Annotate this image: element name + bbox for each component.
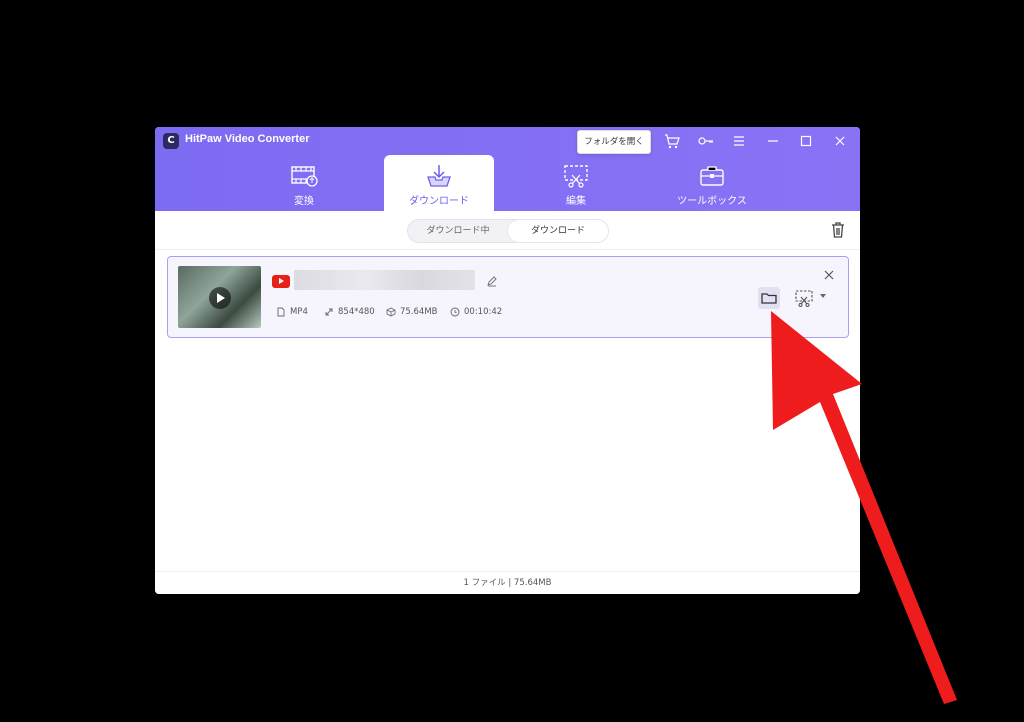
- meta-format-value: MP4: [290, 307, 308, 317]
- play-icon[interactable]: [209, 287, 231, 309]
- box-icon: [386, 307, 396, 316]
- tab-edit[interactable]: 編集: [521, 155, 631, 211]
- edit-cut-button[interactable]: [794, 288, 814, 308]
- download-segment-control: ダウンロード中 ダウンロード: [407, 219, 609, 243]
- toolbox-icon: [700, 166, 724, 186]
- meta-size-value: 75.64MB: [400, 307, 438, 317]
- meta-format: MP4: [276, 306, 308, 318]
- tab-convert[interactable]: 変換: [249, 155, 359, 211]
- open-folder-button[interactable]: [758, 287, 780, 309]
- youtube-icon: [272, 275, 290, 288]
- video-thumbnail[interactable]: [178, 266, 261, 328]
- folder-icon: [761, 293, 777, 304]
- meta-duration-value: 00:10:42: [464, 307, 503, 317]
- chevron-down-icon[interactable]: [820, 294, 826, 298]
- status-bar: 1 ファイル | 75.64MB: [155, 571, 860, 594]
- app-title: HitPaw Video Converter: [185, 133, 310, 145]
- minimize-icon[interactable]: [764, 132, 782, 150]
- download-tray-icon: [427, 165, 451, 187]
- segment-downloaded[interactable]: ダウンロード: [508, 220, 608, 242]
- download-toolbar: ダウンロード中 ダウンロード: [155, 211, 860, 250]
- main-tabs: 変換 ダウンロード 編集 ツールボックス: [155, 155, 860, 211]
- open-folder-tooltip: フォルダを開く: [577, 130, 651, 154]
- maximize-icon[interactable]: [797, 132, 815, 150]
- menu-icon[interactable]: [730, 132, 748, 150]
- cut-edit-icon: [564, 165, 588, 188]
- app-logo: C: [163, 133, 179, 149]
- app-window: C HitPaw Video Converter 変換 ダウンロード 編集 ツー…: [155, 127, 860, 594]
- meta-resolution: 854*480: [324, 306, 375, 318]
- key-icon[interactable]: [697, 132, 715, 150]
- meta-duration: 00:10:42: [450, 306, 502, 318]
- tab-toolbox[interactable]: ツールボックス: [657, 155, 767, 211]
- header: C HitPaw Video Converter 変換 ダウンロード 編集 ツー…: [155, 127, 860, 211]
- cut-icon: [795, 290, 813, 307]
- tab-toolbox-label: ツールボックス: [677, 196, 747, 207]
- tab-download[interactable]: ダウンロード: [384, 155, 494, 211]
- segment-downloading[interactable]: ダウンロード中: [408, 220, 508, 242]
- video-title-redacted: [294, 270, 475, 290]
- close-window-icon[interactable]: [831, 132, 849, 150]
- remove-item-close-icon[interactable]: [823, 269, 835, 281]
- clock-icon: [450, 307, 460, 316]
- rename-pencil-icon[interactable]: [486, 275, 498, 287]
- file-icon: [277, 307, 285, 316]
- download-item[interactable]: MP4 854*480 75.64MB 00:10:42: [167, 256, 849, 338]
- meta-resolution-value: 854*480: [338, 307, 375, 317]
- tab-edit-label: 編集: [566, 196, 586, 207]
- resize-icon: [325, 308, 333, 315]
- tab-download-label: ダウンロード: [409, 196, 469, 207]
- tab-convert-label: 変換: [294, 196, 314, 207]
- title-bar: C HitPaw Video Converter: [155, 127, 860, 155]
- cart-icon[interactable]: [663, 132, 681, 150]
- film-convert-icon: [291, 166, 318, 187]
- meta-size: 75.64MB: [386, 306, 438, 318]
- trash-icon[interactable]: [829, 221, 847, 239]
